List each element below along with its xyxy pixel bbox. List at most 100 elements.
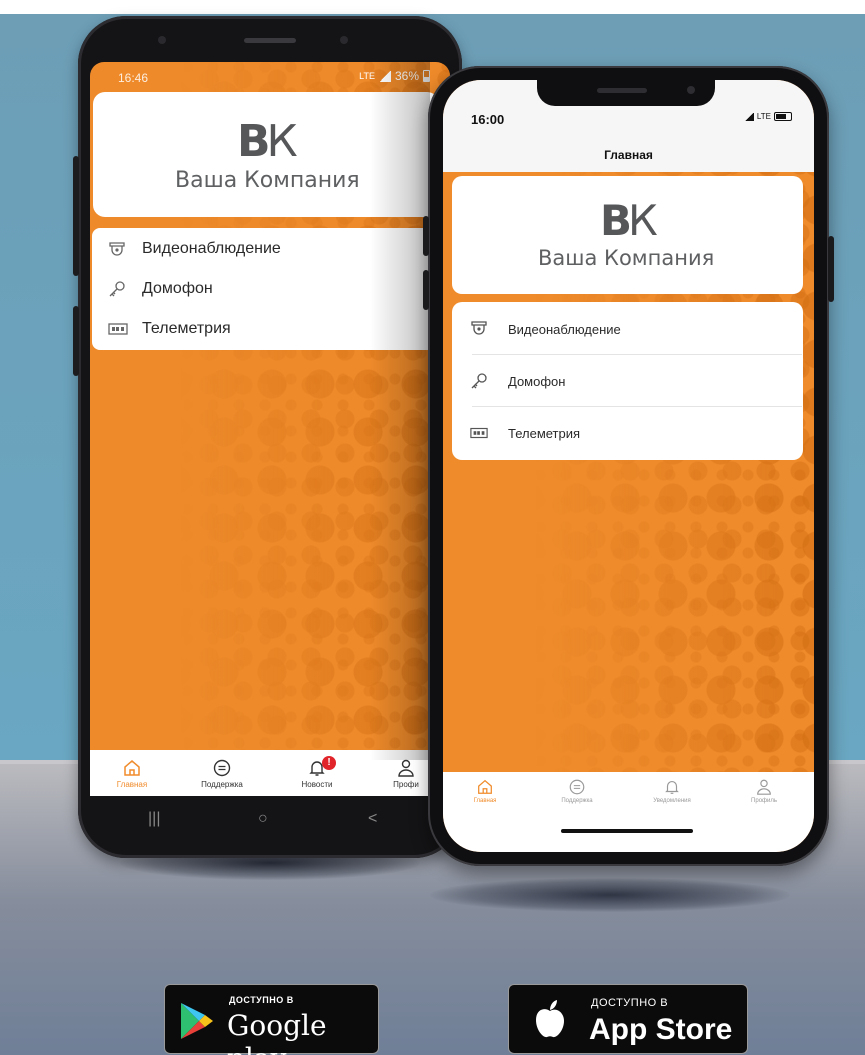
tab-label: Главная — [473, 798, 497, 804]
tab-label: Новости — [301, 780, 333, 789]
iphone-shadow — [430, 878, 790, 912]
front-camera-icon — [340, 36, 348, 44]
recent-apps-button[interactable]: ||| — [148, 810, 160, 828]
tab-label: Профи — [393, 780, 419, 789]
tab-label: Главная — [116, 780, 148, 789]
logo-letter-b: В — [600, 196, 632, 245]
company-logo: ВК — [237, 116, 298, 167]
bell-icon — [665, 781, 679, 794]
battery-icon — [423, 70, 430, 82]
tab-notifications[interactable]: Уведомления — [639, 778, 705, 804]
notch — [537, 80, 715, 106]
android-screen: 16:46 LTE 36% ВК Ваша Компания Видеонабл… — [90, 62, 450, 796]
logo-letter-k: К — [266, 116, 298, 167]
battery-percent: 36% — [394, 69, 419, 83]
menu-card: Видеонаблюдение Домофон Телеметрия — [92, 228, 440, 350]
notification-badge: ! — [322, 756, 336, 770]
home-icon — [478, 779, 492, 794]
status-time: 16:46 — [118, 71, 149, 85]
page-title: Главная — [604, 148, 653, 162]
tab-label: Поддержка — [561, 798, 593, 804]
tab-support[interactable]: Поддержка — [194, 758, 250, 789]
key-icon — [471, 373, 487, 389]
iphone: 16:00 LTE Главная ВК Ваша Компания Видео… — [423, 66, 834, 866]
bixby-button — [73, 306, 79, 376]
tab-profile[interactable]: Профиль — [739, 778, 789, 804]
network-label: LTE — [359, 71, 375, 81]
volume-up-button — [423, 216, 429, 256]
menu-item-intercom[interactable]: Домофон — [108, 276, 213, 302]
bottom-tab-bar: Главная Поддержка ! Новости Профи — [90, 750, 450, 796]
menu-item-label: Видеонаблюдение — [142, 240, 281, 257]
back-button[interactable]: < — [368, 810, 377, 828]
menu-item-label: Домофон — [142, 280, 213, 297]
app-store-badge[interactable]: ДОСТУПНО В App Store — [508, 984, 748, 1054]
menu-card: Видеонаблюдение Домофон Телеметрия — [452, 302, 803, 460]
signal-icon — [743, 112, 754, 121]
google-play-big-text: Google play — [227, 1009, 327, 1055]
status-right: LTE — [743, 112, 792, 121]
tab-home[interactable]: Главная — [463, 778, 507, 804]
menu-item-telemetry[interactable]: Телеметрия — [108, 316, 231, 342]
tab-label: Профиль — [751, 798, 777, 804]
tab-profile[interactable]: Профи — [386, 758, 426, 789]
network-label: LTE — [756, 112, 771, 121]
user-icon — [398, 759, 414, 777]
key-icon — [109, 281, 125, 297]
user-icon — [757, 779, 771, 795]
menu-item-intercom[interactable]: Домофон — [470, 368, 565, 394]
menu-item-video[interactable]: Видеонаблюдение — [470, 316, 621, 342]
earpiece-speaker — [244, 38, 296, 43]
front-camera-icon — [687, 86, 695, 94]
volume-down-button — [423, 270, 429, 310]
logo-letter-k: К — [628, 196, 658, 245]
signal-icon — [378, 70, 391, 82]
menu-item-label: Видеонаблюдение — [508, 321, 621, 337]
menu-item-label: Домофон — [508, 373, 566, 389]
menu-item-telemetry[interactable]: Телеметрия — [470, 420, 580, 446]
company-logo-card: ВК Ваша Компания — [452, 176, 803, 294]
tab-support[interactable]: Поддержка — [549, 778, 605, 804]
menu-item-video[interactable]: Видеонаблюдение — [108, 236, 281, 262]
chat-icon — [213, 759, 231, 777]
status-bar: 16:46 LTE 36% — [90, 62, 450, 92]
meter-icon — [470, 427, 488, 439]
chat-icon — [569, 779, 585, 795]
status-right: LTE 36% — [359, 69, 430, 83]
apple-icon — [536, 1000, 564, 1038]
battery-icon — [774, 112, 792, 121]
camera-icon — [109, 242, 125, 256]
google-play-icon — [181, 1003, 213, 1039]
earpiece-speaker — [597, 88, 647, 93]
menu-item-label: Телеметрия — [508, 425, 581, 441]
camera-icon — [471, 321, 487, 335]
android-navigation-bar: ||| ○ < — [78, 800, 438, 844]
sensor-icon — [158, 36, 166, 44]
logo-letter-b: В — [237, 116, 270, 167]
divider — [472, 354, 802, 355]
home-button[interactable]: ○ — [258, 810, 268, 828]
google-play-badge[interactable]: ДОСТУПНО В Google play — [164, 984, 379, 1055]
meter-icon — [108, 323, 128, 335]
android-phone: 16:46 LTE 36% ВК Ваша Компания Видеонабл… — [73, 16, 462, 858]
company-name: Ваша Компания — [538, 246, 715, 270]
home-indicator[interactable] — [561, 829, 693, 833]
company-logo-card: ВК Ваша Компания — [93, 92, 439, 217]
app-store-big-text: App Store — [589, 1013, 733, 1046]
tab-home[interactable]: Главная — [112, 758, 152, 789]
home-icon — [124, 760, 140, 776]
tab-news[interactable]: ! Новости — [292, 756, 342, 789]
bottom-tab-bar: Главная Поддержка Уведомления Профиль — [443, 772, 814, 852]
app-store-small-text: ДОСТУПНО В — [591, 997, 669, 1009]
menu-item-label: Телеметрия — [142, 320, 231, 337]
tab-label: Поддержка — [201, 780, 243, 789]
divider — [472, 406, 802, 407]
status-time: 16:00 — [471, 112, 505, 127]
side-button — [828, 236, 834, 302]
tab-label: Уведомления — [653, 798, 691, 804]
iphone-screen: 16:00 LTE Главная ВК Ваша Компания Видео… — [443, 80, 814, 852]
company-logo: ВК — [600, 196, 658, 245]
company-name: Ваша Компания — [175, 168, 360, 193]
volume-button — [73, 156, 79, 276]
google-play-small-text: ДОСТУПНО В — [229, 995, 294, 1005]
